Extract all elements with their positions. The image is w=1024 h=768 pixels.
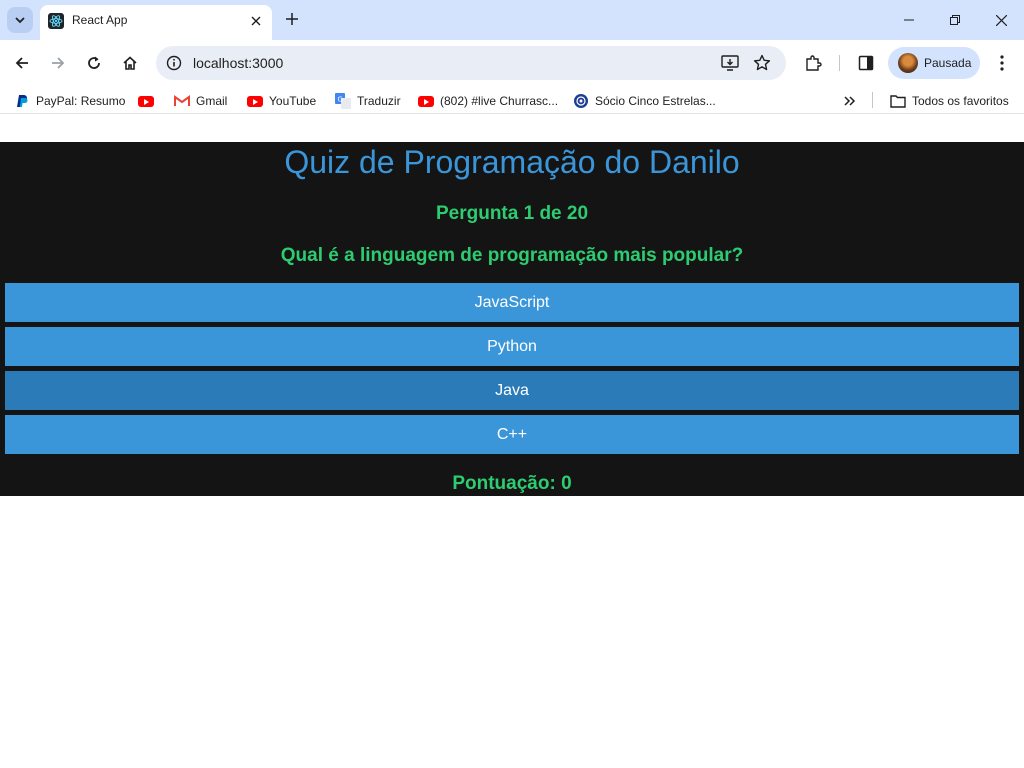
- tab-close-button[interactable]: [246, 11, 266, 31]
- page-viewport: Quiz de Programação do Danilo Pergunta 1…: [0, 121, 1024, 768]
- tab-search-button[interactable]: [7, 7, 33, 33]
- restore-icon: [950, 15, 960, 25]
- arrow-right-icon: [52, 57, 65, 69]
- install-app-icon[interactable]: [720, 53, 740, 73]
- tab-strip: React App: [0, 0, 1024, 40]
- tab-react-app[interactable]: React App: [40, 5, 272, 40]
- menu-button[interactable]: [987, 48, 1017, 78]
- browser-toolbar: localhost:3000 Pausada: [0, 40, 1024, 86]
- answer-button[interactable]: JavaScript: [5, 283, 1019, 322]
- minimize-button[interactable]: [886, 0, 932, 40]
- bookmarks-divider: [872, 92, 873, 108]
- svg-text:G: G: [338, 96, 343, 104]
- more-vert-icon: [1000, 55, 1004, 71]
- club-crest-icon: [573, 93, 589, 109]
- bookmark-label: YouTube: [269, 94, 317, 108]
- bookmark-label: (802) #live Churrasc...: [440, 94, 559, 108]
- plus-icon: [286, 13, 298, 25]
- home-icon: [123, 56, 137, 70]
- bookmark-paypal[interactable]: PayPal: Resumo: [14, 92, 125, 110]
- answer-button[interactable]: C++: [5, 415, 1019, 454]
- bookmark-label: Todos os favoritos: [912, 94, 1009, 108]
- youtube-icon: [247, 93, 263, 109]
- google-translate-icon: G: [335, 93, 351, 109]
- bookmarks-overflow-button[interactable]: [844, 92, 856, 110]
- new-tab-button[interactable]: [281, 8, 303, 30]
- profile-label: Pausada: [924, 56, 972, 70]
- bookmark-star-icon[interactable]: [752, 53, 772, 73]
- puzzle-icon: [806, 55, 822, 71]
- quiz-app: Quiz de Programação do Danilo Pergunta 1…: [0, 142, 1024, 496]
- bookmark-label: PayPal: Resumo: [36, 94, 126, 108]
- reload-icon: [88, 56, 100, 69]
- avatar: [898, 53, 918, 73]
- folder-icon: [890, 93, 906, 109]
- bookmark-label: Sócio Cinco Estrelas...: [595, 94, 716, 108]
- chevron-down-icon: [15, 17, 25, 24]
- question-text: Qual é a linguagem de programação mais p…: [280, 245, 744, 266]
- bookmark-gmail[interactable]: Gmail: [174, 92, 227, 110]
- youtube-icon: [138, 93, 154, 109]
- side-panel-button[interactable]: [851, 48, 881, 78]
- quiz-title: Quiz de Programação do Danilo: [284, 144, 740, 180]
- forward-button[interactable]: [43, 48, 73, 78]
- tab-title: React App: [72, 13, 128, 27]
- bookmark-traduzir[interactable]: G Traduzir: [335, 92, 401, 110]
- reload-button[interactable]: [79, 48, 109, 78]
- answer-button[interactable]: Python: [5, 327, 1019, 366]
- bookmarks-bar: PayPal: Resumo Gmail YouTube G Traduzir …: [0, 86, 1024, 114]
- back-button[interactable]: [7, 48, 37, 78]
- score-text: Pontuação: 0: [452, 473, 572, 494]
- side-panel-icon: [858, 55, 874, 71]
- answer-button[interactable]: Java: [5, 371, 1019, 410]
- paypal-icon: [14, 93, 30, 109]
- address-bar[interactable]: localhost:3000: [156, 46, 786, 80]
- bookmark-youtube[interactable]: YouTube: [247, 92, 316, 110]
- close-icon: [995, 14, 1007, 26]
- site-info-icon[interactable]: [164, 53, 184, 73]
- bookmark-label: Gmail: [196, 94, 228, 108]
- extensions-button[interactable]: [798, 48, 828, 78]
- bookmark-label: Traduzir: [357, 94, 401, 108]
- youtube-icon: [418, 93, 434, 109]
- question-counter: Pergunta 1 de 20: [435, 203, 589, 224]
- close-icon: [251, 16, 261, 26]
- bookmark-youtube-1[interactable]: [138, 92, 160, 110]
- bookmark-live-churrasco[interactable]: (802) #live Churrasc...: [418, 92, 558, 110]
- all-bookmarks-folder[interactable]: Todos os favoritos: [890, 92, 1009, 110]
- react-logo-icon: [48, 13, 64, 29]
- restore-button[interactable]: [932, 0, 978, 40]
- profile-button[interactable]: Pausada: [888, 47, 980, 79]
- url-text[interactable]: localhost:3000: [193, 55, 283, 71]
- toolbar-divider: [839, 55, 840, 71]
- bookmark-socio-cinco-estrelas[interactable]: Sócio Cinco Estrelas...: [573, 92, 716, 110]
- gmail-icon: [174, 93, 190, 109]
- minimize-icon: [904, 19, 914, 21]
- chevron-double-right-icon: [844, 96, 856, 106]
- home-button[interactable]: [115, 48, 145, 78]
- close-window-button[interactable]: [978, 0, 1024, 40]
- arrow-left-icon: [15, 57, 28, 69]
